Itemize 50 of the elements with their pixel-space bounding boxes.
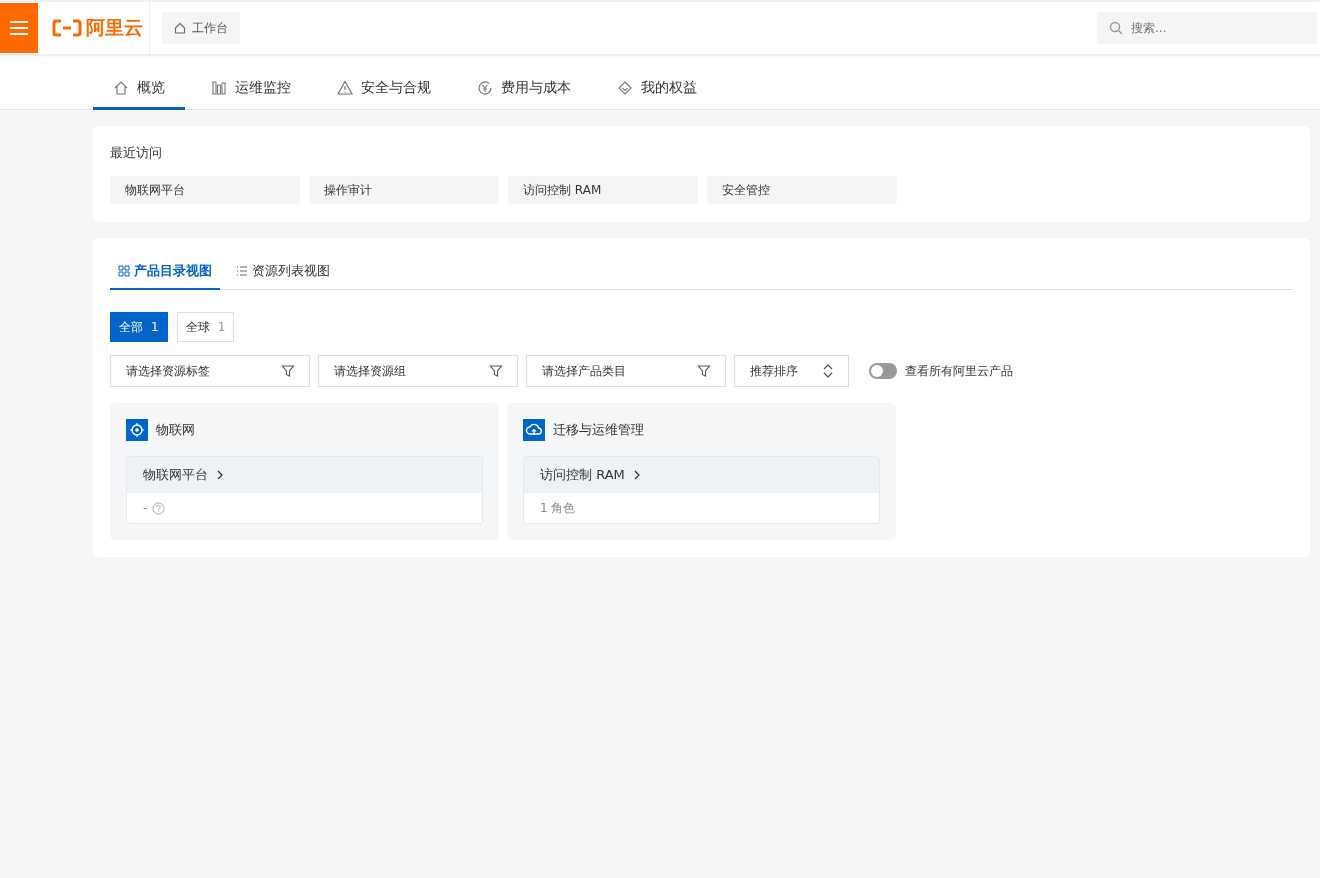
- nav-tab[interactable]: 费用与成本: [457, 68, 591, 110]
- home-icon: [113, 79, 129, 96]
- recent-item[interactable]: 物联网平台: [110, 176, 300, 204]
- filter-icon: [281, 364, 295, 378]
- network-icon: [126, 419, 148, 441]
- menu-icon: [9, 20, 29, 36]
- menu-button[interactable]: [0, 3, 38, 53]
- recent-item[interactable]: 访问控制 RAM: [508, 176, 698, 204]
- product-value: -: [143, 501, 148, 515]
- list-icon: [236, 265, 248, 277]
- warning-icon: [337, 79, 353, 96]
- bar-chart-icon: [211, 79, 227, 96]
- view-tab[interactable]: 资源列表视图: [228, 254, 338, 290]
- category-title: 迁移与运维管理: [553, 421, 644, 439]
- show-all-switch[interactable]: [869, 363, 897, 379]
- product-link[interactable]: 物联网平台: [127, 457, 482, 493]
- scope-button[interactable]: 全球 1: [176, 312, 235, 342]
- nav-tab[interactable]: 运维监控: [191, 68, 311, 110]
- sort-select[interactable]: 推荐排序: [734, 355, 849, 387]
- help-icon[interactable]: [152, 501, 166, 515]
- cloud-upload-icon: [523, 419, 545, 441]
- workbench-button[interactable]: 工作台: [162, 12, 240, 44]
- view-tab[interactable]: 产品目录视图: [110, 254, 220, 290]
- nav-tab[interactable]: 概览: [93, 68, 185, 110]
- filter-select[interactable]: 请选择资源标签: [110, 355, 310, 387]
- logo-icon: [52, 19, 82, 37]
- filter-select[interactable]: 请选择产品类目: [526, 355, 726, 387]
- product-value: 1 角色: [540, 499, 576, 517]
- recent-item[interactable]: 安全管控: [707, 176, 897, 204]
- filter-icon: [697, 364, 711, 378]
- logo-text: 阿里云: [86, 15, 143, 40]
- recent-item[interactable]: 操作审计: [309, 176, 499, 204]
- filter-icon: [489, 364, 503, 378]
- home-icon: [174, 22, 186, 34]
- nav-tab[interactable]: 我的权益: [597, 68, 717, 110]
- filter-select[interactable]: 请选择资源组: [318, 355, 518, 387]
- product-link[interactable]: 访问控制 RAM: [524, 457, 879, 493]
- chevron-right-icon: [632, 469, 641, 481]
- switch-label: 查看所有阿里云产品: [905, 362, 1013, 380]
- search-field[interactable]: 搜索...: [1097, 12, 1317, 44]
- grid-icon: [118, 265, 130, 277]
- chevron-right-icon: [216, 469, 224, 481]
- diamond-icon: [617, 79, 633, 96]
- section-title: 最近访问: [110, 144, 163, 162]
- sort-icon: [822, 364, 834, 378]
- scope-button[interactable]: 全部 1: [110, 312, 168, 342]
- coin-icon: [477, 79, 493, 96]
- search-icon: [1109, 21, 1123, 35]
- category-title: 物联网: [156, 421, 195, 439]
- nav-tab[interactable]: 安全与合规: [317, 68, 451, 110]
